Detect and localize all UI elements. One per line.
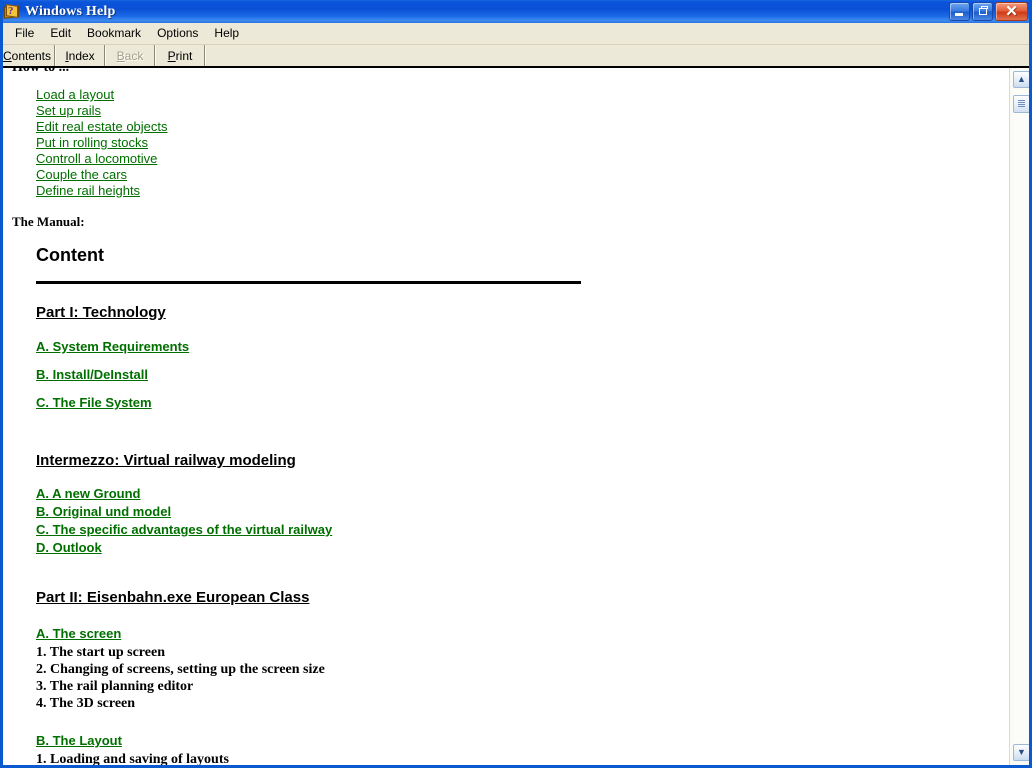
- print-button[interactable]: Print: [155, 45, 205, 66]
- restore-button[interactable]: [972, 2, 993, 21]
- howto-link-controll-a-locomotive[interactable]: Controll a locomotive: [36, 151, 157, 166]
- list-item: B. Original und model: [36, 503, 1009, 521]
- howto-heading: How to ...: [12, 68, 1009, 77]
- part1-link-install-deinstall[interactable]: B. Install/DeInstall: [36, 367, 148, 382]
- contents-button[interactable]: Contents: [3, 45, 55, 66]
- list-item: Edit real estate objects: [36, 118, 1009, 134]
- vertical-scrollbar[interactable]: ▲ ▼: [1009, 68, 1029, 765]
- menu-item-help[interactable]: Help: [206, 25, 247, 42]
- part1-heading: Part I: Technology: [36, 304, 166, 321]
- toolbar-filler: [205, 45, 1029, 66]
- intermezzo-link-original-und-model[interactable]: B. Original und model: [36, 504, 171, 519]
- howto-link-set-up-rails[interactable]: Set up rails: [36, 103, 101, 118]
- scroll-up-arrow-icon[interactable]: ▲: [1013, 71, 1029, 88]
- help-book-icon: ?: [4, 3, 21, 20]
- part2-link-the-screen[interactable]: A. The screen: [36, 626, 121, 641]
- list-item: 4. The 3D screen: [36, 696, 136, 711]
- back-button: Back: [105, 45, 155, 66]
- list-item: C. The specific advantages of the virtua…: [36, 521, 1009, 539]
- document-body: How to ... Load a layout Set up rails Ed…: [3, 68, 1009, 765]
- howto-link-edit-real-estate-objects[interactable]: Edit real estate objects: [36, 119, 168, 134]
- howto-link-define-rail-heights[interactable]: Define rail heights: [36, 183, 140, 198]
- list-item: Couple the cars: [36, 166, 1009, 182]
- content-title: Content: [36, 245, 104, 265]
- toolbar: Contents Index Back Print: [3, 45, 1029, 68]
- list-item: Define rail heights: [36, 182, 1009, 198]
- list-item: C. The File System: [36, 394, 1009, 422]
- intermezzo-link-list: A. A new Ground B. Original und model C.…: [12, 485, 1009, 557]
- title-bar: ? Windows Help ✕: [3, 0, 1029, 23]
- part2-section-b-link-row: B. The Layout: [12, 732, 1009, 750]
- window-controls: ✕: [949, 2, 1028, 21]
- intermezzo-link-outlook[interactable]: D. Outlook: [36, 540, 102, 555]
- menu-item-options[interactable]: Options: [149, 25, 206, 42]
- help-content-pane: How to ... Load a layout Set up rails Ed…: [3, 68, 1009, 765]
- list-item: 1. The start up screen: [36, 645, 165, 660]
- scrollbar-thumb[interactable]: [1013, 95, 1029, 113]
- part2-section-a-link-row: A. The screen: [12, 625, 1009, 643]
- window-title: Windows Help: [25, 3, 116, 19]
- help-window: ? Windows Help ✕ File Edit Bookmark Opti…: [0, 0, 1032, 768]
- scrollbar-grip-icon: [1018, 100, 1025, 108]
- scrollbar-track[interactable]: [1013, 90, 1029, 742]
- howto-link-load-a-layout[interactable]: Load a layout: [36, 87, 114, 102]
- part2-heading: Part II: Eisenbahn.exe European Class: [36, 589, 310, 606]
- part1-link-list: A. System Requirements B. Install/DeInst…: [12, 338, 1009, 422]
- list-item: B. Install/DeInstall: [36, 366, 1009, 394]
- close-button[interactable]: ✕: [995, 2, 1028, 21]
- part2-link-the-layout[interactable]: B. The Layout: [36, 733, 122, 748]
- intermezzo-link-specific-advantages[interactable]: C. The specific advantages of the virtua…: [36, 522, 332, 537]
- index-button[interactable]: Index: [55, 45, 105, 66]
- list-item: Controll a locomotive: [36, 150, 1009, 166]
- list-item: Set up rails: [36, 102, 1009, 118]
- howto-link-couple-the-cars[interactable]: Couple the cars: [36, 167, 127, 182]
- part1-link-system-requirements[interactable]: A. System Requirements: [36, 339, 189, 354]
- list-item: D. Outlook: [36, 539, 1009, 557]
- list-item: 3. The rail planning editor: [36, 679, 194, 694]
- minimize-button[interactable]: [949, 2, 970, 21]
- scroll-down-arrow-icon[interactable]: ▼: [1013, 744, 1029, 761]
- list-item: 1. Loading and saving of layouts: [36, 752, 229, 765]
- howto-link-list: Load a layout Set up rails Edit real est…: [12, 86, 1009, 198]
- intermezzo-link-a-new-ground[interactable]: A. A new Ground: [36, 486, 140, 501]
- manual-label: The Manual:: [12, 214, 85, 229]
- part1-link-the-file-system[interactable]: C. The File System: [36, 395, 152, 410]
- list-item: Load a layout: [36, 86, 1009, 102]
- howto-link-put-in-rolling-stocks[interactable]: Put in rolling stocks: [36, 135, 148, 150]
- menu-item-edit[interactable]: Edit: [42, 25, 79, 42]
- horizontal-rule: [36, 281, 581, 284]
- list-item: 2. Changing of screens, setting up the s…: [36, 662, 325, 677]
- menu-item-bookmark[interactable]: Bookmark: [79, 25, 149, 42]
- list-item: Put in rolling stocks: [36, 134, 1009, 150]
- menu-bar: File Edit Bookmark Options Help: [3, 23, 1029, 45]
- list-item: A. A new Ground: [36, 485, 1009, 503]
- list-item: A. System Requirements: [36, 338, 1009, 366]
- part2-section-b-items: 1. Loading and saving of layouts: [12, 751, 1009, 765]
- menu-item-file[interactable]: File: [7, 25, 42, 42]
- intermezzo-heading: Intermezzo: Virtual railway modeling: [36, 452, 296, 469]
- part2-section-a-items: 1. The start up screen 2. Changing of sc…: [12, 644, 1009, 712]
